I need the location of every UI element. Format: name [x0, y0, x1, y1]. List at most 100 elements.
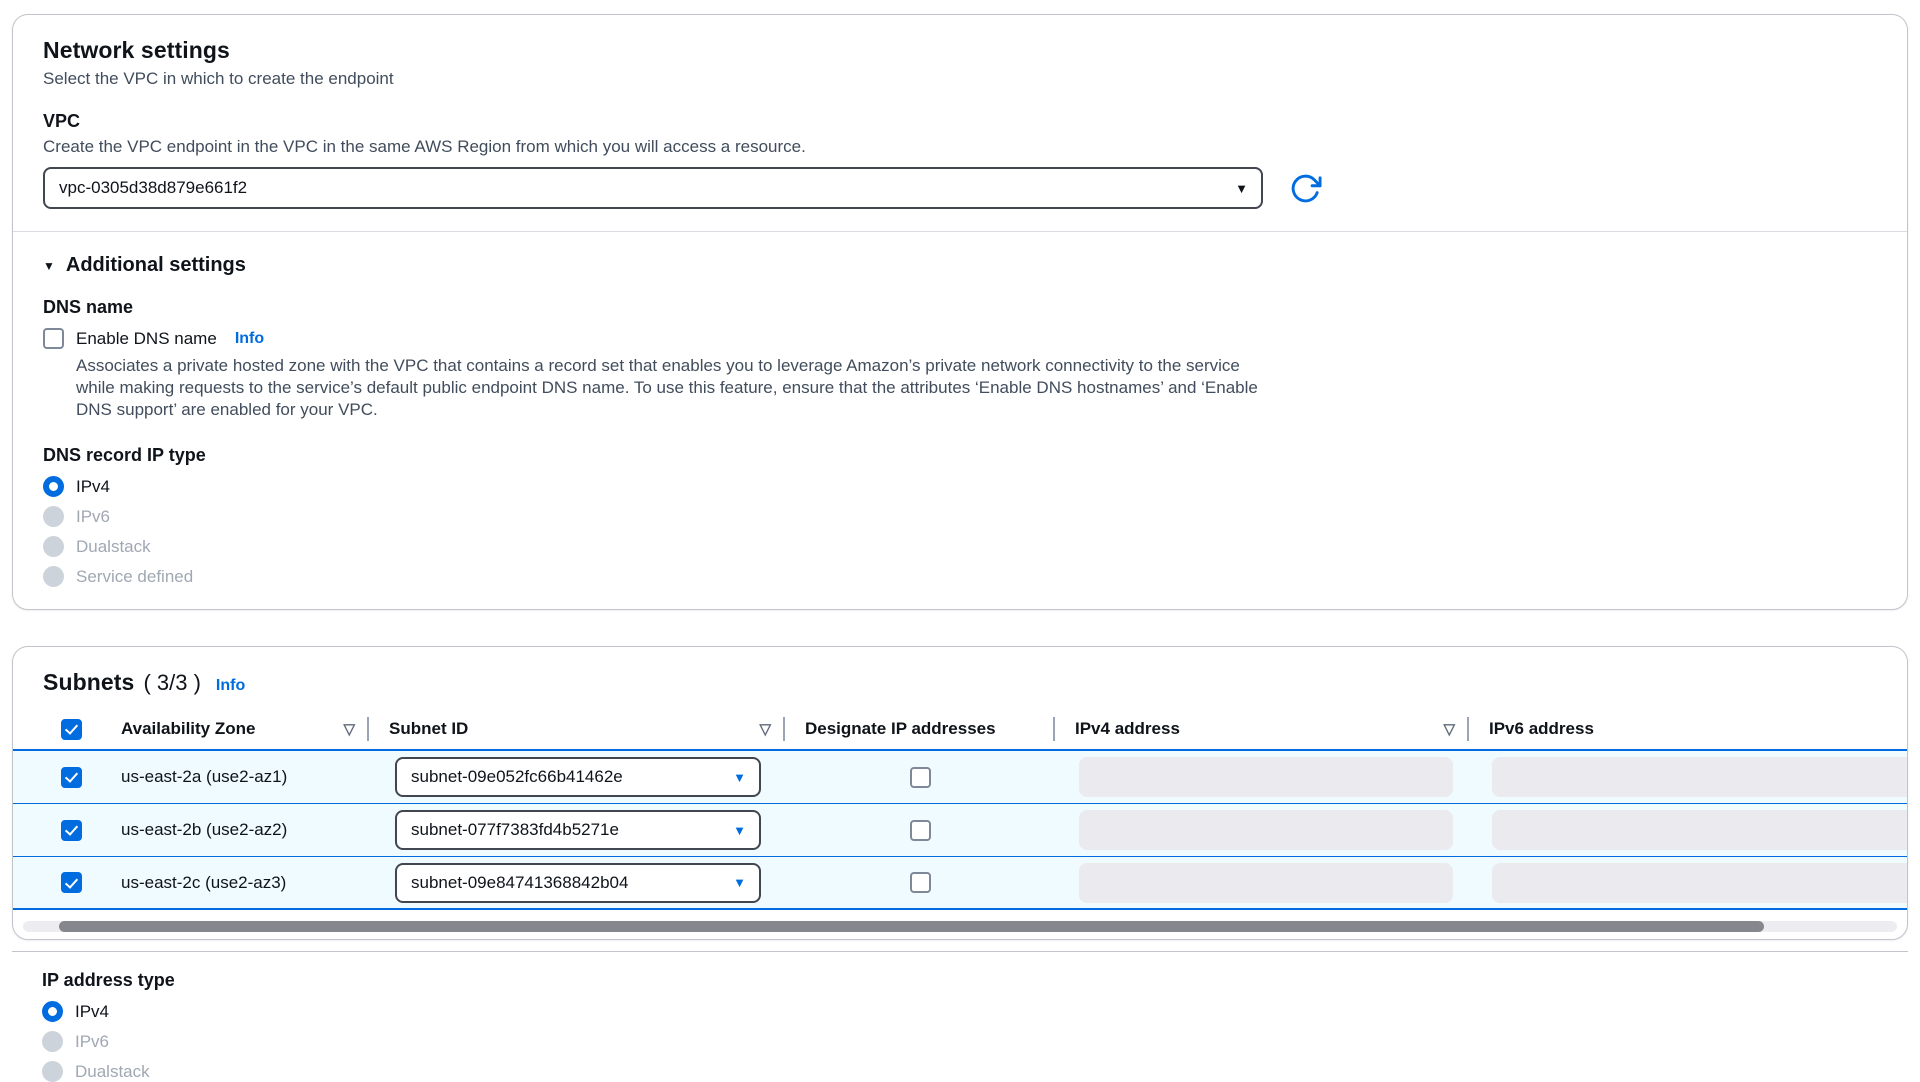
- column-label: Availability Zone: [121, 719, 255, 739]
- expander-caret-icon: ▼: [43, 259, 55, 273]
- column-label: IPv6 address: [1489, 719, 1594, 739]
- column-header-ipv6-address: IPv6 address: [1469, 709, 1907, 749]
- radio-disabled-icon: [43, 506, 64, 527]
- radio-disabled-icon: [43, 536, 64, 557]
- radio-disabled-icon: [42, 1031, 63, 1052]
- designate-ip-cell: [785, 751, 1055, 803]
- column-label: Subnet ID: [389, 719, 468, 739]
- ipv4-address-cell: [1055, 804, 1469, 856]
- column-label: Designate IP addresses: [805, 719, 996, 739]
- subnets-title: Subnets: [43, 669, 134, 696]
- radio-option-label: IPv4: [76, 477, 110, 497]
- sort-icon: ▽: [343, 720, 355, 738]
- chevron-down-icon: ▼: [733, 771, 746, 784]
- column-header-subnet-id[interactable]: Subnet ID ▽: [369, 709, 785, 749]
- row-select-checkbox[interactable]: [61, 872, 82, 893]
- ipv4-address-input: [1079, 863, 1453, 903]
- radio-disabled-icon: [43, 566, 64, 587]
- ipv6-address-cell: [1469, 751, 1907, 803]
- subnet-id-select-value: subnet-09e052fc66b41462e: [411, 767, 623, 787]
- subnets-table-header-row: Availability Zone ▽ Subnet ID ▽ Designat…: [13, 709, 1907, 751]
- ip-type-option-ipv4[interactable]: IPv4: [42, 1001, 1878, 1022]
- ipv6-address-cell: [1469, 857, 1907, 908]
- subnet-id-select[interactable]: subnet-09e052fc66b41462e ▼: [395, 757, 761, 797]
- scrollbar-thumb[interactable]: [59, 921, 1764, 932]
- subnets-count: ( 3/3 ): [143, 670, 200, 696]
- select-all-cell: [13, 709, 101, 749]
- column-header-availability-zone[interactable]: Availability Zone ▽: [101, 709, 369, 749]
- vpc-select[interactable]: vpc-0305d38d879e661f2 ▼: [43, 167, 1263, 209]
- dns-name-info-link[interactable]: Info: [235, 330, 264, 348]
- subnet-table-row: us-east-2a (use2-az1) subnet-09e052fc66b…: [13, 751, 1907, 804]
- ipv6-address-input: [1492, 810, 1907, 850]
- designate-ip-checkbox[interactable]: [910, 872, 931, 893]
- ip-address-type-section: IP address type IPv4 IPv6 Dualstack: [12, 951, 1908, 1082]
- ip-type-option-dualstack: Dualstack: [42, 1061, 1878, 1082]
- radio-option-label: IPv6: [76, 507, 110, 527]
- ipv4-address-input: [1079, 810, 1453, 850]
- subnets-info-link[interactable]: Info: [216, 677, 245, 695]
- enable-dns-name-row: Enable DNS name Info: [43, 328, 1877, 349]
- row-select-cell: [13, 804, 101, 856]
- designate-ip-cell: [785, 857, 1055, 908]
- dns-record-ip-type-group: IPv4 IPv6 Dualstack Service defined: [43, 476, 1877, 587]
- row-select-checkbox[interactable]: [61, 820, 82, 841]
- ip-type-option-ipv6: IPv6: [42, 1031, 1878, 1052]
- radio-option-label: IPv6: [75, 1032, 109, 1052]
- dns-ip-type-option-ipv4[interactable]: IPv4: [43, 476, 1877, 497]
- subnet-table-row: us-east-2c (use2-az3) subnet-09e84741368…: [13, 857, 1907, 910]
- ipv4-address-cell: [1055, 857, 1469, 908]
- subnet-id-cell: subnet-077f7383fd4b5271e ▼: [369, 804, 785, 856]
- radio-option-label: Dualstack: [75, 1062, 150, 1082]
- additional-settings-toggle[interactable]: ▼ Additional settings: [43, 254, 1877, 277]
- dns-ip-type-option-dualstack: Dualstack: [43, 536, 1877, 557]
- availability-zone-cell: us-east-2b (use2-az2): [101, 804, 369, 856]
- vpc-select-row: vpc-0305d38d879e661f2 ▼: [43, 167, 1877, 209]
- vpc-field: VPC Create the VPC endpoint in the VPC i…: [43, 111, 1877, 209]
- refresh-button[interactable]: [1285, 168, 1325, 208]
- enable-dns-name-checkbox[interactable]: [43, 328, 64, 349]
- subnet-id-select[interactable]: subnet-09e84741368842b04 ▼: [395, 863, 761, 903]
- sort-icon: ▽: [759, 720, 771, 738]
- vpc-description: Create the VPC endpoint in the VPC in th…: [43, 137, 1877, 157]
- column-header-designate-ip: Designate IP addresses: [785, 709, 1055, 749]
- ipv6-address-input: [1492, 757, 1907, 797]
- column-header-ipv4-address[interactable]: IPv4 address ▽: [1055, 709, 1469, 749]
- ip-address-type-group: IPv4 IPv6 Dualstack: [42, 1001, 1878, 1082]
- subnet-id-cell: subnet-09e84741368842b04 ▼: [369, 857, 785, 908]
- designate-ip-checkbox[interactable]: [910, 820, 931, 841]
- availability-zone-cell: us-east-2c (use2-az3): [101, 857, 369, 908]
- subnet-id-cell: subnet-09e052fc66b41462e ▼: [369, 751, 785, 803]
- chevron-down-icon: ▼: [733, 824, 746, 837]
- subnet-id-select-value: subnet-077f7383fd4b5271e: [411, 820, 619, 840]
- ipv4-address-cell: [1055, 751, 1469, 803]
- subnet-id-select[interactable]: subnet-077f7383fd4b5271e ▼: [395, 810, 761, 850]
- ipv6-address-cell: [1469, 804, 1907, 856]
- designate-ip-checkbox[interactable]: [910, 767, 931, 788]
- ipv4-address-input: [1079, 757, 1453, 797]
- select-all-checkbox[interactable]: [61, 719, 82, 740]
- refresh-icon: [1289, 172, 1322, 205]
- radio-selected-icon: [43, 476, 64, 497]
- row-select-checkbox[interactable]: [61, 767, 82, 788]
- designate-ip-cell: [785, 804, 1055, 856]
- subnet-id-select-value: subnet-09e84741368842b04: [411, 873, 628, 893]
- vpc-label: VPC: [43, 111, 1877, 132]
- page: Network settings Select the VPC in which…: [0, 0, 1920, 1082]
- radio-selected-icon: [42, 1001, 63, 1022]
- subnets-card: Subnets ( 3/3 ) Info Availability Zone ▽…: [12, 646, 1908, 940]
- dns-ip-type-option-ipv6: IPv6: [43, 506, 1877, 527]
- ipv6-address-input: [1492, 863, 1907, 903]
- sort-icon: ▽: [1443, 720, 1455, 738]
- network-settings-top-section: Network settings Select the VPC in which…: [13, 15, 1907, 231]
- subnets-header: Subnets ( 3/3 ) Info: [13, 647, 1907, 709]
- dns-name-label: DNS name: [43, 297, 1877, 318]
- radio-option-label: Service defined: [76, 567, 193, 587]
- row-select-cell: [13, 751, 101, 803]
- subnets-table: Availability Zone ▽ Subnet ID ▽ Designat…: [13, 709, 1907, 910]
- radio-option-label: IPv4: [75, 1002, 109, 1022]
- chevron-down-icon: ▼: [1235, 182, 1248, 195]
- horizontal-scrollbar[interactable]: [23, 921, 1897, 932]
- dns-record-ip-type-label: DNS record IP type: [43, 445, 1877, 466]
- radio-disabled-icon: [42, 1061, 63, 1082]
